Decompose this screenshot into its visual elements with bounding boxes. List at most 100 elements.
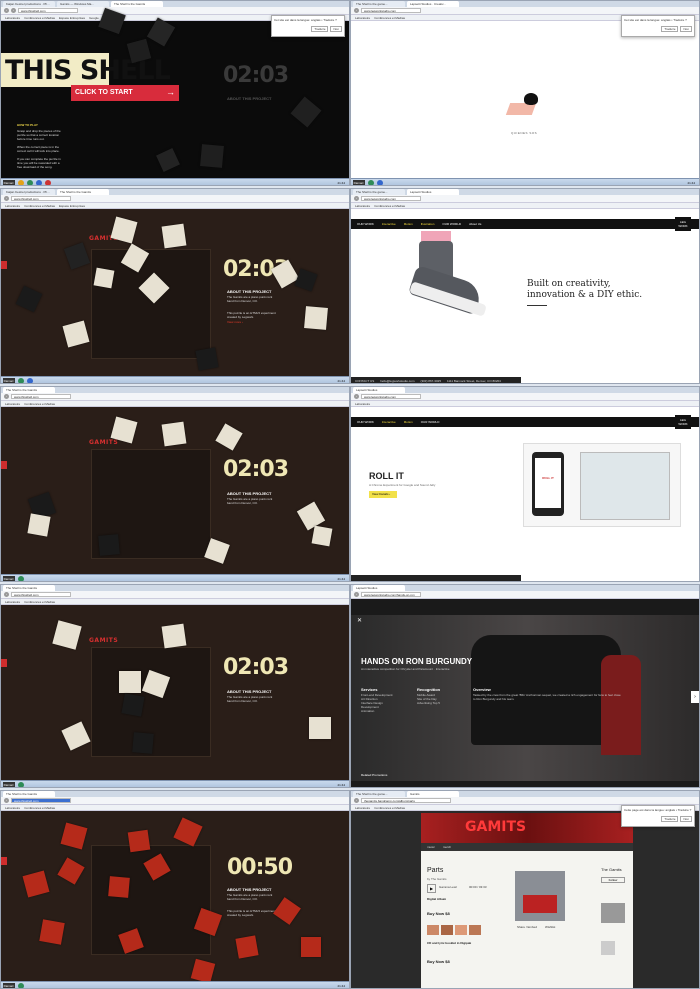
merch-thumb[interactable] [469,925,481,935]
chrome-icon[interactable] [18,378,24,383]
puzzle-piece[interactable] [98,534,120,556]
share-link[interactable]: Share / Embed [517,925,537,929]
url-field[interactable]: www.thisshell.com [11,798,71,803]
back-icon[interactable]: ‹ [4,798,9,803]
legwork-logo[interactable]: LEG WORK [675,217,691,231]
puzzle-piece[interactable] [311,525,333,547]
url-field[interactable]: www.legworkstudio.com [361,394,421,399]
puzzle-piece[interactable] [121,693,145,717]
browser-tab[interactable]: The Shell is the Gamits [57,189,109,195]
bookmark[interactable]: Espace Entreprises [59,203,85,208]
nav-item[interactable]: OUR WORLD [421,420,440,424]
puzzle-piece[interactable] [57,857,85,885]
side-menu-tab[interactable] [1,659,7,667]
puzzle-piece[interactable] [294,268,318,292]
buy-now-link-2[interactable]: Buy Now $8 [427,959,450,964]
app-icon[interactable] [18,180,24,185]
start-menu-button[interactable]: Démarr. [353,180,365,185]
app-icon[interactable] [27,378,33,383]
nav-item[interactable]: Interactive [382,420,396,424]
chrome-icon[interactable] [18,983,24,988]
next-arrow-icon[interactable]: › [691,691,699,703]
bookmark[interactable]: Laboratoire [5,203,20,208]
translate-button[interactable]: Traduire [661,26,679,32]
back-icon[interactable]: ‹ [354,798,359,803]
discography-thumb[interactable] [601,941,615,955]
nav-item[interactable]: Motion [404,222,413,226]
start-menu-button[interactable]: Démarr. [3,576,15,581]
merch-thumb[interactable] [427,925,439,935]
bookmark[interactable]: Conférences et Médias [24,203,55,208]
puzzle-piece[interactable] [304,306,328,330]
browser-tab[interactable]: The Shell is the Gamits [3,387,55,393]
back-icon[interactable]: ‹ [4,394,9,399]
puzzle-piece[interactable] [63,242,91,270]
no-translate-button[interactable]: Non [680,816,692,822]
puzzle-piece[interactable] [309,717,331,739]
close-icon[interactable]: ✕ [357,617,362,624]
browser-tab[interactable]: Kaijan Kestrel productions · Ph... [3,1,55,7]
puzzle-piece[interactable] [60,822,88,850]
side-menu-tab[interactable] [1,261,7,269]
nav-music[interactable]: music [427,845,435,849]
back-icon[interactable]: ‹ [354,8,359,13]
bookmark[interactable]: Conférences et Médias [374,15,405,20]
back-icon[interactable]: ‹ [4,8,9,13]
about-link[interactable]: View more › [227,320,243,324]
bookmark[interactable]: Conférences et Médias [374,203,405,208]
chrome-icon[interactable] [18,782,24,787]
merch-thumb[interactable] [455,925,467,935]
puzzle-piece[interactable] [273,897,301,925]
nav-item[interactable]: Illustration [421,222,435,226]
url-field[interactable]: www.thisshell.com [11,196,71,201]
nav-merch[interactable]: merch [443,845,451,849]
browser-tab[interactable]: Lapsetti Studios [353,387,405,393]
url-field[interactable]: www.thisshell.com [18,8,78,13]
puzzle-piece[interactable] [62,320,90,348]
url-field[interactable]: www.thisshell.com [11,394,71,399]
browser-tab[interactable]: The Shell is the game... [353,189,405,195]
nav-item[interactable]: Motion [404,420,413,424]
start-menu-button[interactable]: Démarr. [3,782,15,787]
bookmark[interactable]: Google [89,15,99,20]
start-button[interactable]: CLICK TO START → [71,85,179,101]
puzzle-piece[interactable] [27,513,51,537]
back-icon[interactable]: ‹ [354,592,359,597]
puzzle-piece[interactable] [235,935,259,959]
nav-item[interactable]: Interactive [382,222,396,226]
puzzle-piece[interactable] [132,732,154,754]
url-field[interactable]: www.legworkstudio.com/hands-on-ron [361,592,421,597]
puzzle-piece[interactable] [290,96,322,128]
bookmark[interactable]: Laboratoire [5,15,20,20]
puzzle-piece[interactable] [22,870,50,898]
nav-item[interactable]: OUR WORLD [442,222,461,226]
browser-tab[interactable]: Gamits — Windows Ma... [57,1,109,7]
puzzle-piece[interactable] [215,423,243,451]
bookmark[interactable]: Laboratoire [5,805,20,810]
app-icon[interactable] [36,180,42,185]
bookmark[interactable]: Conférences et Médias [24,805,55,810]
forward-icon[interactable]: › [11,8,16,13]
side-menu-tab[interactable] [1,461,7,469]
puzzle-piece[interactable] [161,421,187,447]
browser-tab[interactable]: The Shell Is the Gamits [111,1,163,7]
browser-tab[interactable]: Lapsetti Studios · Creativ... [407,1,459,7]
puzzle-piece[interactable] [301,937,321,957]
bookmark[interactable]: Laboratoire [355,203,370,208]
app-icon[interactable] [45,180,51,185]
url-field[interactable]: www.legworkstudio.com [361,196,421,201]
puzzle-piece[interactable] [161,623,187,649]
puzzle-piece[interactable] [52,620,82,650]
contact-email[interactable]: hello@legworkstudio.com [380,379,414,383]
back-icon[interactable]: ‹ [354,394,359,399]
puzzle-piece[interactable] [127,829,151,853]
follow-button[interactable]: Follow [601,877,625,883]
browser-tab[interactable]: Gamits [407,791,459,797]
browser-tab[interactable]: Lapsetti Studios [407,189,459,195]
bookmark[interactable]: Laboratoire [355,401,370,406]
bookmark[interactable]: Laboratoire [355,805,370,810]
bookmark[interactable]: Conférences et Médias [24,401,55,406]
puzzle-piece[interactable] [93,267,115,289]
bookmark[interactable]: Conférences et Médias [24,599,55,604]
browser-tab[interactable]: Lapsetti Studios [353,585,405,591]
